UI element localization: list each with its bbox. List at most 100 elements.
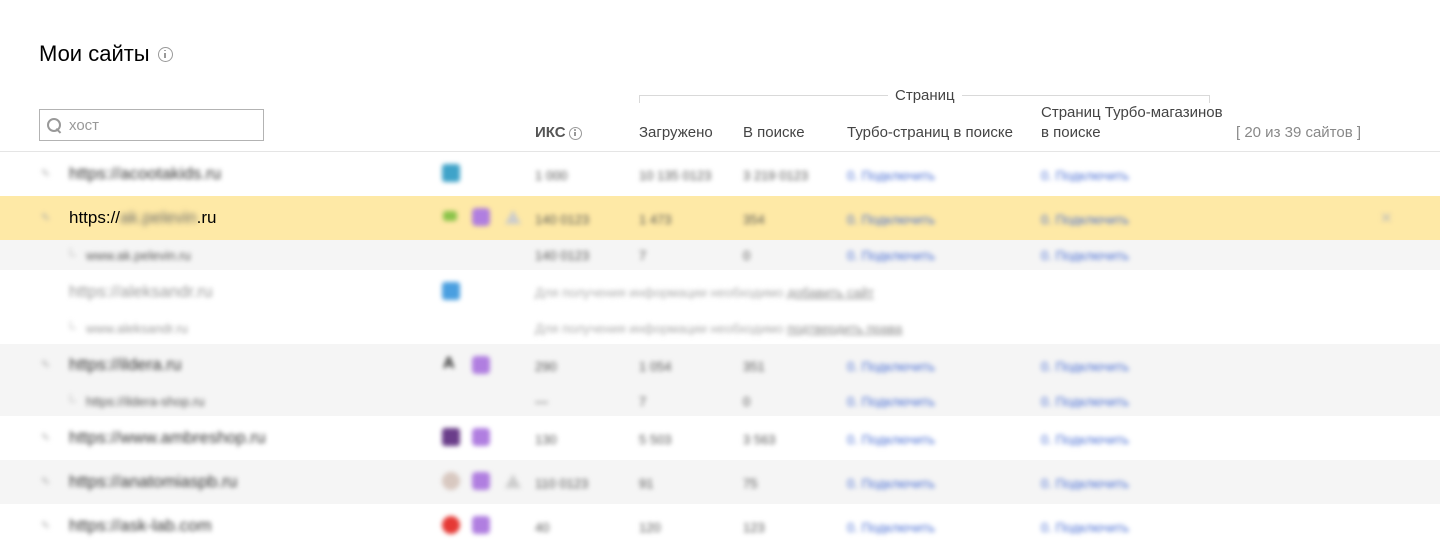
turbo-connect-link[interactable]: 0. Подключить <box>847 394 935 409</box>
host-prefix: https:// <box>69 208 121 227</box>
info-note-text: Для получения информации необходимо <box>535 321 784 336</box>
in-search-value: 0 <box>743 394 751 409</box>
shop-connect-link[interactable]: 0. Подключить <box>1041 168 1129 183</box>
in-search-value: 351 <box>743 359 765 374</box>
add-site-link[interactable]: добавить сайт <box>787 285 874 300</box>
site-badge-icon <box>442 516 460 534</box>
shop-connect-link[interactable]: 0. Подключить <box>1041 359 1129 374</box>
loaded-value: 1 054 <box>639 359 672 374</box>
site-host[interactable]: https://ask-lab.com <box>69 516 212 536</box>
pin-icon[interactable]: ✎ <box>41 169 51 180</box>
site-badge-icon <box>443 211 457 221</box>
turbo-badge-icon <box>472 428 490 446</box>
in-search-value: 3 219 0123 <box>743 168 809 183</box>
turbo-badge-icon <box>472 516 490 534</box>
column-iks[interactable]: ИКС <box>535 123 582 143</box>
in-search-value: 354 <box>743 212 765 227</box>
turbo-connect-link[interactable]: 0. Подключить <box>847 248 935 263</box>
site-badge-icon <box>442 472 460 490</box>
table-row-subdomain[interactable]: https://ildera-shop.ru — 7 0 0. Подключи… <box>0 386 1440 416</box>
shop-connect-link[interactable]: 0. Подключить <box>1041 432 1129 447</box>
table-row-subdomain[interactable]: www.aleksandr.ru Для получения информаци… <box>0 312 1440 344</box>
verify-rights-link[interactable]: подтвердить права <box>787 321 902 336</box>
iks-value: 1 000 <box>535 168 568 183</box>
loaded-value: 1 473 <box>639 212 672 227</box>
iks-value: — <box>535 394 548 409</box>
table-row-highlighted[interactable]: ✎ https://ak.pelevin.ru 140 0123 1 473 3… <box>0 196 1440 240</box>
page-title: Мои сайты <box>39 41 173 67</box>
site-host[interactable]: https://ak.pelevin.ru <box>69 208 216 228</box>
turbo-connect-link[interactable]: 0. Подключить <box>847 432 935 447</box>
site-host[interactable]: https://anatomiaspb.ru <box>69 472 237 492</box>
pin-icon[interactable]: ✎ <box>41 360 51 371</box>
host-search-box[interactable] <box>39 109 264 141</box>
loaded-value: 7 <box>639 394 647 409</box>
shop-connect-link[interactable]: 0. Подключить <box>1041 212 1129 227</box>
in-search-value: 0 <box>743 248 751 263</box>
shop-connect-link[interactable]: 0. Подключить <box>1041 476 1129 491</box>
column-shop-turbo[interactable]: Страниц Турбо-магазинов в поиске <box>1041 103 1231 143</box>
table-row[interactable]: ✎ https://ildera.ru A 290 1 054 351 0. П… <box>0 344 1440 386</box>
table-row[interactable]: https://aleksandr.ru Для получения инфор… <box>0 270 1440 312</box>
child-branch-icon <box>70 394 76 402</box>
pin-icon[interactable]: ✎ <box>41 477 51 488</box>
turbo-badge-icon <box>472 208 490 226</box>
column-iks-label: ИКС <box>535 124 566 141</box>
in-search-value: 123 <box>743 520 765 535</box>
shop-connect-link[interactable]: 0. Подключить <box>1041 520 1129 535</box>
search-icon <box>47 117 62 133</box>
host-search-input[interactable] <box>69 116 249 134</box>
site-badge-icon <box>442 428 460 446</box>
table-row[interactable]: ✎ https://acootakids.ru 1 000 10 135 012… <box>0 152 1440 196</box>
loaded-value: 91 <box>639 476 654 491</box>
column-turbo-pages[interactable]: Турбо-страниц в поиске <box>847 123 1013 143</box>
loaded-value: 120 <box>639 520 661 535</box>
turbo-badge-icon <box>472 356 490 374</box>
child-branch-icon <box>70 248 76 256</box>
shop-connect-link[interactable]: 0. Подключить <box>1041 248 1129 263</box>
turbo-connect-link[interactable]: 0. Подключить <box>847 212 935 227</box>
iks-value: 140 0123 <box>535 248 590 263</box>
iks-info-icon[interactable] <box>568 126 582 140</box>
site-host[interactable]: https://aleksandr.ru <box>69 282 213 302</box>
site-host[interactable]: www.aleksandr.ru <box>86 321 188 336</box>
pin-icon[interactable]: ✎ <box>41 521 51 532</box>
turbo-badge-icon <box>472 472 490 490</box>
turbo-connect-link[interactable]: 0. Подключить <box>847 359 935 374</box>
column-loaded[interactable]: Загружено <box>639 123 713 143</box>
turbo-connect-link[interactable]: 0. Подключить <box>847 476 935 491</box>
child-branch-icon <box>70 321 76 329</box>
info-icon[interactable] <box>157 46 173 62</box>
table-row[interactable]: ✎ https://www.ambreshop.ru 130 5 503 3 5… <box>0 416 1440 460</box>
site-host[interactable]: https://acootakids.ru <box>69 164 221 184</box>
iks-value: 290 <box>535 359 557 374</box>
table-row-subdomain[interactable]: www.ak.pelevin.ru 140 0123 7 0 0. Подклю… <box>0 240 1440 270</box>
info-note-text: Для получения информации необходимо <box>535 285 784 300</box>
turbo-connect-link[interactable]: 0. Подключить <box>847 520 935 535</box>
info-note: Для получения информации необходимо доба… <box>535 285 874 300</box>
close-icon[interactable]: ✕ <box>1380 209 1393 227</box>
iks-value: 40 <box>535 520 550 535</box>
pin-icon[interactable]: ✎ <box>41 213 51 224</box>
site-host[interactable]: https://ildera-shop.ru <box>86 394 205 409</box>
site-host[interactable]: www.ak.pelevin.ru <box>86 248 191 263</box>
shop-connect-link[interactable]: 0. Подключить <box>1041 394 1129 409</box>
pin-icon[interactable]: ✎ <box>41 433 51 444</box>
sites-table: ✎ https://acootakids.ru 1 000 10 135 012… <box>0 152 1440 544</box>
warning-icon[interactable] <box>505 210 521 224</box>
loaded-value: 7 <box>639 248 647 263</box>
page-title-text: Мои сайты <box>39 41 150 66</box>
table-row[interactable]: ✎ https://ask-lab.com 40 120 123 0. Подк… <box>0 504 1440 544</box>
loaded-value: 10 135 0123 <box>639 168 712 183</box>
turbo-connect-link[interactable]: 0. Подключить <box>847 168 935 183</box>
info-note: Для получения информации необходимо подт… <box>535 321 902 336</box>
host-hidden: ak.pelevin <box>120 208 197 227</box>
site-host[interactable]: https://www.ambreshop.ru <box>69 428 266 448</box>
warning-icon[interactable] <box>505 474 521 488</box>
site-host[interactable]: https://ildera.ru <box>69 355 181 375</box>
column-in-search[interactable]: В поиске <box>743 123 805 143</box>
loaded-value: 5 503 <box>639 432 672 447</box>
pages-group-label: Страниц <box>888 87 962 104</box>
site-badge-icon <box>442 282 460 300</box>
table-row[interactable]: ✎ https://anatomiaspb.ru 110 0123 91 75 … <box>0 460 1440 504</box>
